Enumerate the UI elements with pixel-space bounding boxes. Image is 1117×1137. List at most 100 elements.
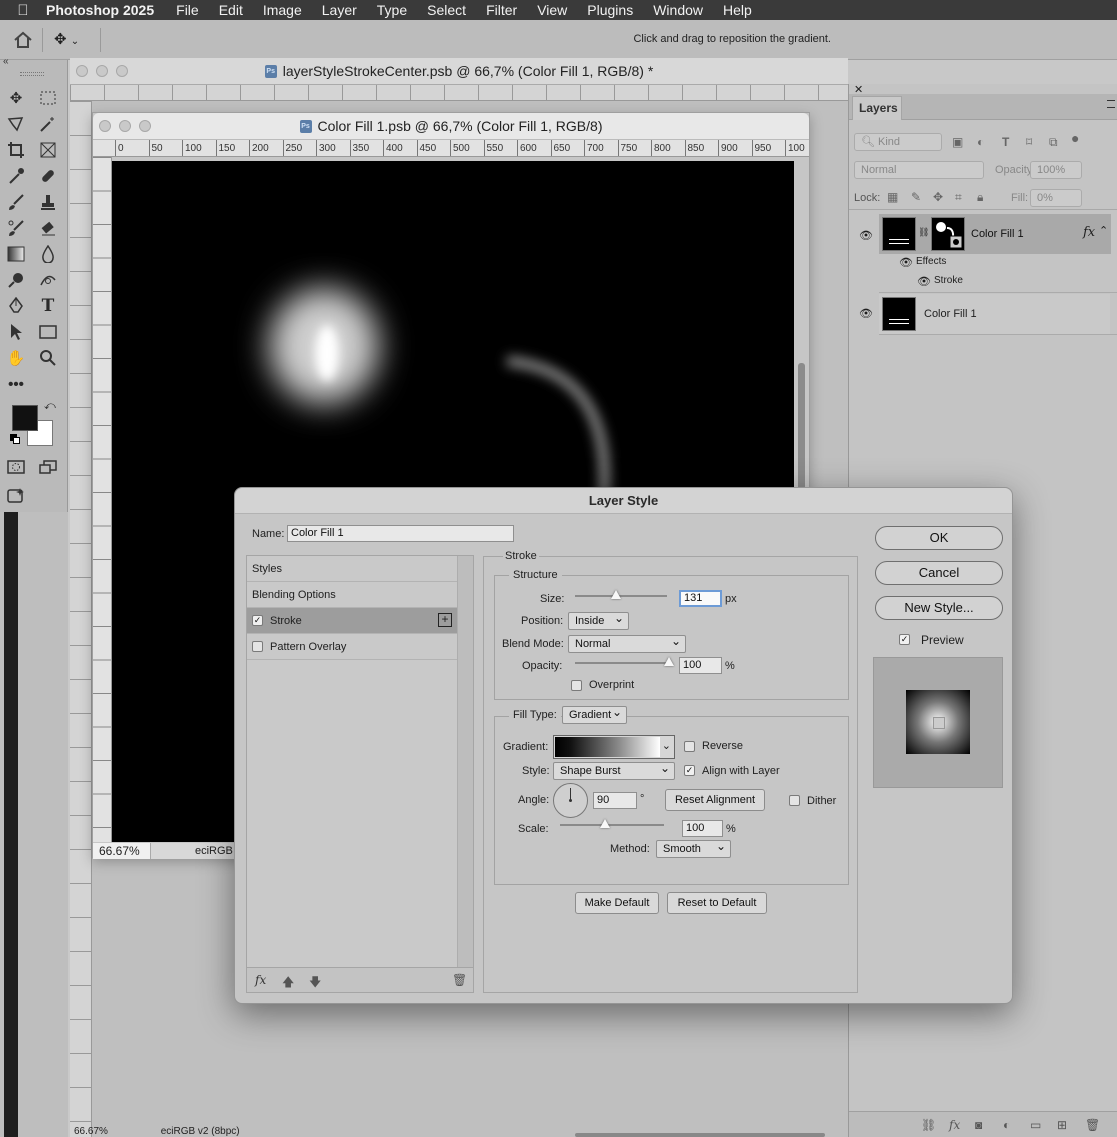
- panel-menu-icon[interactable]: [1107, 100, 1115, 108]
- lock-artboard-icon[interactable]: ⌗: [955, 190, 962, 205]
- link-layers-icon[interactable]: ⛓: [921, 1118, 936, 1132]
- zoom-tool-icon[interactable]: [36, 347, 60, 369]
- stroke-checkbox[interactable]: ✓: [252, 615, 263, 626]
- opacity-slider-knob[interactable]: [664, 657, 674, 666]
- opacity-slider[interactable]: [575, 662, 669, 664]
- window-controls[interactable]: [99, 120, 151, 132]
- path-selection-tool-icon[interactable]: [4, 321, 28, 343]
- menu-type[interactable]: Type: [377, 2, 407, 18]
- blend-mode-select[interactable]: Normal: [568, 633, 686, 653]
- screen-mode-icon[interactable]: [36, 456, 60, 478]
- opacity-input[interactable]: 100: [679, 657, 722, 674]
- opacity-field[interactable]: 100%: [1030, 161, 1082, 179]
- dither-checkbox[interactable]: [789, 795, 800, 806]
- move-tool-preset-icon[interactable]: ✥ ⌄: [54, 30, 94, 50]
- menu-file[interactable]: File: [176, 2, 199, 18]
- layer-thumbnail[interactable]: [882, 217, 916, 251]
- eyedropper-tool-icon[interactable]: [4, 165, 28, 187]
- effects-label[interactable]: Effects: [916, 256, 946, 267]
- reset-alignment-button[interactable]: Reset Alignment: [665, 789, 765, 811]
- filter-smart-object-icon[interactable]: ⧉: [1049, 135, 1058, 150]
- style-list-pattern-overlay[interactable]: Pattern Overlay: [247, 634, 457, 660]
- history-brush-tool-icon[interactable]: [4, 217, 28, 239]
- fx-icon[interactable]: fx: [1083, 225, 1095, 240]
- gradient-picker[interactable]: ⌄: [553, 735, 675, 759]
- chevron-down-icon[interactable]: ⌄: [662, 739, 671, 752]
- marquee-tool-icon[interactable]: [36, 87, 60, 109]
- overprint-checkbox[interactable]: [571, 680, 582, 691]
- dodge-tool-icon[interactable]: [4, 269, 28, 291]
- swap-colors-icon[interactable]: ⤺: [44, 400, 56, 413]
- new-style-button[interactable]: New Style...: [875, 596, 1003, 620]
- angle-dial[interactable]: [553, 783, 588, 818]
- eraser-tool-icon[interactable]: [36, 217, 60, 239]
- stroke-effect-label[interactable]: Stroke: [934, 275, 963, 286]
- layer-name[interactable]: Color Fill 1: [971, 228, 1024, 240]
- filter-shape-icon[interactable]: ⌑: [1026, 135, 1032, 149]
- menu-plugins[interactable]: Plugins: [587, 2, 633, 18]
- ruler-horizontal[interactable]: 0 50 100 150 200 250 300 350 400 450 500…: [93, 140, 809, 157]
- menu-view[interactable]: View: [537, 2, 567, 18]
- more-tools-icon[interactable]: •••: [4, 373, 28, 395]
- menu-filter[interactable]: Filter: [486, 2, 517, 18]
- document-titlebar[interactable]: Ps layerStyleStrokeCenter.psb @ 66,7% (C…: [70, 58, 848, 85]
- lock-transparent-icon[interactable]: ▦: [887, 190, 898, 204]
- cancel-button[interactable]: Cancel: [875, 561, 1003, 585]
- new-layer-icon[interactable]: ⊞: [1057, 1118, 1067, 1132]
- size-input[interactable]: 131: [679, 590, 722, 607]
- scale-slider-knob[interactable]: [599, 819, 610, 828]
- visibility-eye-icon[interactable]: 👁︎: [859, 307, 873, 320]
- make-default-button[interactable]: Make Default: [575, 892, 659, 914]
- gradient-preview[interactable]: [555, 737, 660, 757]
- new-group-icon[interactable]: ▭: [1030, 1118, 1041, 1132]
- ruler-horizontal[interactable]: [70, 85, 848, 101]
- layer-row[interactable]: Color Fill 1: [879, 294, 1110, 334]
- lock-all-icon[interactable]: 🔒︎: [977, 190, 983, 205]
- scale-input[interactable]: 100: [682, 820, 723, 837]
- zoom-level[interactable]: 66.67%: [74, 1126, 108, 1137]
- document-titlebar[interactable]: Ps Color Fill 1.psb @ 66,7% (Color Fill …: [93, 113, 809, 140]
- zoom-level[interactable]: 66.67%: [93, 843, 151, 859]
- home-icon[interactable]: [12, 30, 34, 50]
- lock-position-icon[interactable]: ✥: [933, 190, 943, 204]
- layer-mask-thumbnail[interactable]: [931, 217, 965, 251]
- type-tool-icon[interactable]: T: [36, 295, 60, 317]
- lock-image-icon[interactable]: ✎: [911, 190, 921, 204]
- window-controls[interactable]: [76, 65, 128, 77]
- foreground-color-swatch[interactable]: [12, 405, 38, 431]
- crop-tool-icon[interactable]: [4, 139, 28, 161]
- menu-edit[interactable]: Edit: [219, 2, 243, 18]
- delete-effect-icon[interactable]: 🗑︎: [452, 973, 467, 987]
- filter-pixel-icon[interactable]: ▣: [952, 135, 963, 149]
- adjustment-layer-icon[interactable]: ◐: [1003, 1118, 1010, 1132]
- pen-curvature-tool-icon[interactable]: [36, 269, 60, 291]
- collapse-effects-icon[interactable]: ⌃: [1099, 224, 1108, 237]
- menu-select[interactable]: Select: [427, 2, 466, 18]
- layer-filter-kind-select[interactable]: 🔍︎ Kind: [854, 133, 942, 151]
- lasso-tool-icon[interactable]: [4, 113, 28, 135]
- app-menu[interactable]: Photoshop 2025: [46, 2, 154, 18]
- ok-button[interactable]: OK: [875, 526, 1003, 550]
- menu-window[interactable]: Window: [653, 2, 703, 18]
- tab-layers[interactable]: Layers: [852, 96, 902, 120]
- blur-tool-icon[interactable]: [36, 243, 60, 265]
- gradient-tool-icon[interactable]: [4, 243, 28, 265]
- style-list-blending-options[interactable]: Blending Options: [247, 582, 457, 608]
- ruler-vertical[interactable]: [70, 101, 92, 1137]
- rectangle-tool-icon[interactable]: [36, 321, 60, 343]
- style-list-stroke[interactable]: ✓ Stroke +: [247, 608, 457, 634]
- menu-image[interactable]: Image: [263, 2, 302, 18]
- magic-wand-tool-icon[interactable]: [36, 113, 60, 135]
- menu-help[interactable]: Help: [723, 2, 752, 18]
- delete-layer-icon[interactable]: 🗑︎: [1085, 1118, 1100, 1132]
- clone-stamp-tool-icon[interactable]: [36, 191, 60, 213]
- preview-checkbox[interactable]: ✓: [899, 634, 910, 645]
- pattern-overlay-checkbox[interactable]: [252, 641, 263, 652]
- angle-input[interactable]: 90: [593, 792, 637, 809]
- fill-type-select[interactable]: Gradient: [562, 704, 627, 724]
- move-tool-icon[interactable]: ✥: [4, 87, 28, 109]
- filter-type-icon[interactable]: T: [1002, 135, 1009, 149]
- fx-menu-icon[interactable]: fx: [255, 973, 266, 987]
- link-icon[interactable]: ⛓: [918, 227, 929, 238]
- align-with-layer-checkbox[interactable]: ✓: [684, 765, 695, 776]
